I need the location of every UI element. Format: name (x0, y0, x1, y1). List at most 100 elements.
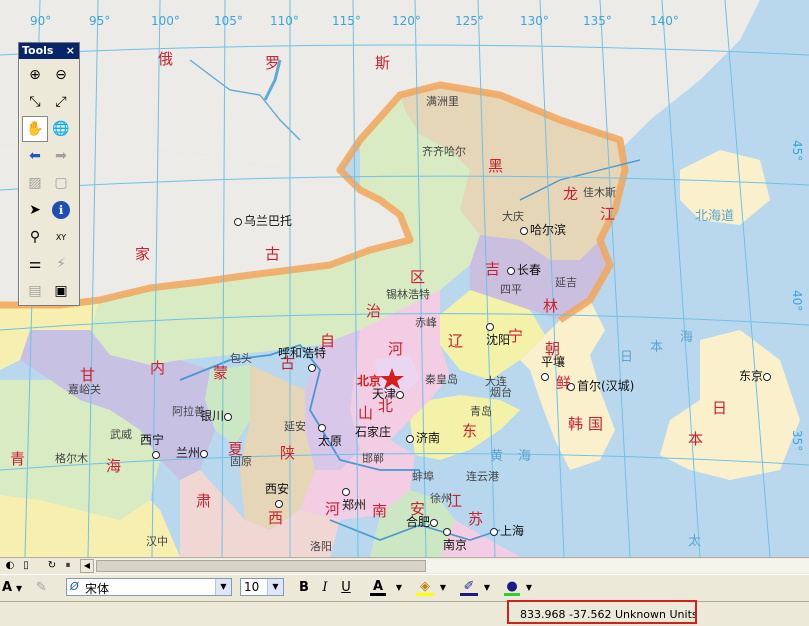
scrollbar-thumb[interactable] (96, 560, 426, 572)
italic-button[interactable]: I (318, 578, 332, 598)
place-label: 阿拉善 (172, 405, 205, 418)
horizontal-scrollbar[interactable]: ◀ (80, 559, 809, 573)
map-display[interactable]: 90° 95° 100° 105° 110° 115° 120° 125° 13… (0, 0, 809, 557)
city-lanzhou: 兰州 (176, 446, 210, 460)
font-type-icon: Ø (70, 580, 79, 593)
underline-button[interactable]: U (338, 578, 354, 598)
zoom-out-icon[interactable]: ⊖ (48, 62, 74, 88)
select-elements-icon[interactable]: ➤ (22, 197, 48, 223)
city-ulaanbaatar: 乌兰巴托 (234, 214, 292, 228)
sea-label: 太 (688, 534, 702, 549)
chevron-down-icon[interactable]: ▼ (394, 578, 404, 598)
city-marker-icon (507, 266, 515, 275)
province-label: 青 (10, 450, 26, 468)
hyperlink-lightning-icon[interactable]: ⚡ (48, 251, 74, 277)
font-name-value: 宋体 (85, 582, 110, 596)
province-label: 本 (688, 430, 704, 448)
forward-arrow-icon[interactable]: ➡ (48, 143, 74, 169)
new-text-icon[interactable]: ✎ (36, 580, 47, 595)
province-label: 海 (106, 457, 122, 475)
identify-icon[interactable]: ℹ (52, 201, 70, 219)
province-label: 辽 (448, 332, 464, 350)
sea-label: 海 (518, 449, 532, 464)
font-size-value: 10 (244, 580, 260, 594)
city-zhengzhou: 郑州 (342, 484, 366, 512)
place-label: 延吉 (555, 276, 577, 289)
fill-color-icon[interactable]: ◈ (416, 578, 434, 596)
chevron-down-icon[interactable]: ▼ (524, 578, 534, 598)
place-label: 汉中 (146, 535, 168, 548)
place-label: 大庆 (502, 210, 524, 223)
city-seoul: 首尔(汉城) (567, 379, 634, 393)
sea-label: 黄 (490, 449, 504, 464)
data-view-icon[interactable]: ◐ (4, 559, 16, 572)
sea-label: 北海道 (695, 209, 735, 224)
city-hefei: 合肥 (406, 515, 440, 529)
longitude-label: 95° (89, 14, 111, 28)
city-xining: 西宁 (140, 433, 164, 461)
province-label: 韩 (568, 415, 584, 433)
province-label: 林 (543, 297, 559, 315)
select-features-icon[interactable]: ▨ (22, 170, 48, 196)
clear-selection-icon[interactable]: ▢ (48, 170, 74, 196)
tools-palette[interactable]: Tools × ⊕ ⊖ ⤡ ⤢ ✋ 🌐 ⬅ ➡ ▨ ▢ ➤ ℹ ⚲ XY ⚌ ⚡… (18, 42, 80, 306)
scroll-left-icon[interactable]: ◀ (80, 559, 94, 573)
layout-view-icon[interactable]: ▯ (20, 559, 32, 572)
close-icon[interactable]: × (66, 43, 75, 59)
province-label: 苏 (468, 510, 484, 528)
city-shijiazhuang: 石家庄 (355, 425, 392, 439)
fixed-zoom-in-icon[interactable]: ⤡ (22, 89, 48, 115)
marker-color-icon[interactable]: ● (504, 578, 520, 596)
province-label: 甘 (80, 366, 96, 384)
city-yinchuan: 银川 (200, 409, 234, 423)
pause-drawing-icon[interactable]: ⏸ (62, 559, 74, 572)
place-label: 满洲里 (426, 95, 459, 108)
draw-toolbar: A ▼ ✎ 宋体 Ø ▼ 10 ▼ B I U A ▼ ◈ ▼ ✐ ▼ ● ▼ (0, 574, 809, 601)
city-marker-icon (224, 412, 233, 421)
city-marker-icon (486, 322, 494, 331)
longitude-label: 140° (650, 14, 679, 28)
font-color-button[interactable]: A (370, 578, 386, 596)
city-harbin: 哈尔滨 (520, 223, 566, 237)
city-marker-icon (520, 226, 528, 235)
province-label: 东 (462, 422, 478, 440)
find-binoculars-icon[interactable]: ⚲ (22, 224, 48, 250)
text-tool-button[interactable]: A (2, 580, 12, 595)
place-label: 烟台 (490, 386, 512, 399)
go-to-xy-icon[interactable]: XY (48, 224, 74, 250)
province-label: 肃 (196, 492, 212, 510)
zoom-in-icon[interactable]: ⊕ (22, 62, 48, 88)
city-marker-icon (541, 372, 549, 381)
country-label: 罗 (265, 54, 281, 72)
place-label: 佳木斯 (583, 186, 616, 199)
tools-titlebar[interactable]: Tools × (19, 43, 79, 59)
place-label: 武威 (110, 428, 132, 441)
bold-button[interactable]: B (296, 578, 312, 598)
chevron-down-icon[interactable]: ▼ (215, 579, 231, 595)
place-label: 格尔木 (55, 452, 88, 465)
fixed-zoom-out-icon[interactable]: ⤢ (48, 89, 74, 115)
chevron-down-icon[interactable]: ▼ (267, 579, 283, 595)
full-extent-globe-icon[interactable]: 🌐 (48, 116, 74, 142)
province-label: 治 (366, 302, 382, 320)
refresh-icon[interactable]: ↻ (46, 559, 58, 572)
city-xian: 西安 (265, 482, 289, 510)
province-label: 吉 (485, 260, 501, 278)
line-color-icon[interactable]: ✐ (460, 578, 478, 596)
province-label: 西 (268, 509, 284, 527)
tools-title: Tools (22, 44, 54, 57)
chevron-down-icon[interactable]: ▼ (16, 584, 22, 593)
pan-hand-icon[interactable]: ✋ (22, 116, 48, 142)
time-slider-icon[interactable]: ▣ (48, 278, 74, 304)
chevron-down-icon[interactable]: ▼ (482, 578, 492, 598)
measure-icon[interactable]: ⚌ (22, 251, 48, 277)
html-popup-icon[interactable]: ▤ (22, 278, 48, 304)
font-size-select[interactable]: 10 ▼ (240, 578, 284, 596)
province-label: 宁 (508, 327, 524, 345)
place-label: 徐州 (430, 492, 452, 505)
city-marker-icon (490, 527, 498, 536)
place-label: 连云港 (466, 470, 499, 483)
chevron-down-icon[interactable]: ▼ (438, 578, 448, 598)
font-name-select[interactable]: 宋体 Ø ▼ (66, 578, 232, 596)
back-arrow-icon[interactable]: ⬅ (22, 143, 48, 169)
